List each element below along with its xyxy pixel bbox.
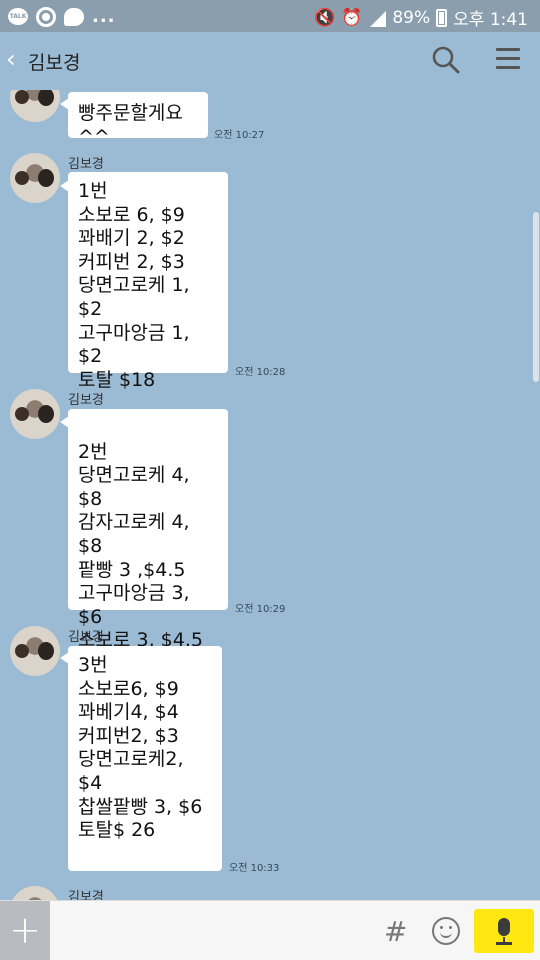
avatar[interactable]: [10, 389, 60, 439]
sender-name: 김보경: [68, 890, 104, 900]
message-input[interactable]: [52, 909, 372, 953]
menu-icon[interactable]: [496, 48, 520, 70]
sender-name: 김보경: [68, 393, 104, 408]
message-icon: [64, 7, 84, 26]
search-icon[interactable]: [432, 46, 460, 74]
message-bubble[interactable]: 2번 당면고로케 4, $8 감자고로케 4, $8 팥빵 3 ,$4.5 고구…: [68, 409, 228, 675]
message-time: 오전 10:27: [214, 130, 265, 141]
battery-percent: 89%: [392, 7, 431, 28]
alarm-icon: ⏰: [341, 7, 363, 28]
battery-icon: [436, 8, 448, 27]
avatar[interactable]: [10, 153, 60, 203]
message-time: 오전 10:28: [235, 367, 286, 378]
avatar[interactable]: [10, 886, 60, 900]
chat-header: ‹ 김보경: [0, 32, 540, 90]
message-input-bar: + #: [0, 900, 540, 960]
voice-button[interactable]: [474, 909, 534, 953]
status-bar: TALK ... 🔇 ⏰ 89% 오후 1:41: [0, 0, 540, 32]
message-bubble[interactable]: 빵주문할게요^^: [68, 92, 208, 148]
avatar[interactable]: [10, 626, 60, 676]
microphone-icon: [498, 918, 510, 936]
sender-name: 김보경: [68, 630, 104, 645]
chat-area[interactable]: 빵주문할게요^^ 오전 10:27 김보경 1번 소보로 6, $9 꽈배기 2…: [0, 90, 540, 900]
more-notifications-indicator: ...: [92, 6, 116, 27]
message-bubble[interactable]: 3번 소보로6, $9 꽈베기4, $4 커피번2, $3 당면고로케2, $4…: [68, 646, 222, 871]
message-time: 오전 10:29: [235, 604, 286, 615]
clock: 오후 1:41: [453, 10, 528, 30]
notification-icon: [36, 6, 56, 27]
chat-title: 김보경: [28, 52, 81, 74]
message-bubble[interactable]: 1번 소보로 6, $9 꽈배기 2, $2 커피번 2, $3 당면고로케 1…: [68, 172, 228, 391]
signal-icon: [368, 9, 387, 27]
avatar[interactable]: [10, 90, 60, 122]
add-attachment-button[interactable]: +: [0, 901, 50, 960]
scrollbar[interactable]: [533, 212, 539, 382]
kakaotalk-icon: TALK: [8, 8, 28, 25]
hash-icon[interactable]: #: [384, 915, 407, 948]
back-icon[interactable]: ‹: [6, 44, 24, 74]
emoji-icon[interactable]: [432, 917, 460, 945]
message-time: 오전 10:33: [229, 863, 280, 874]
mute-icon: 🔇: [314, 7, 336, 28]
sender-name: 김보경: [68, 157, 104, 172]
